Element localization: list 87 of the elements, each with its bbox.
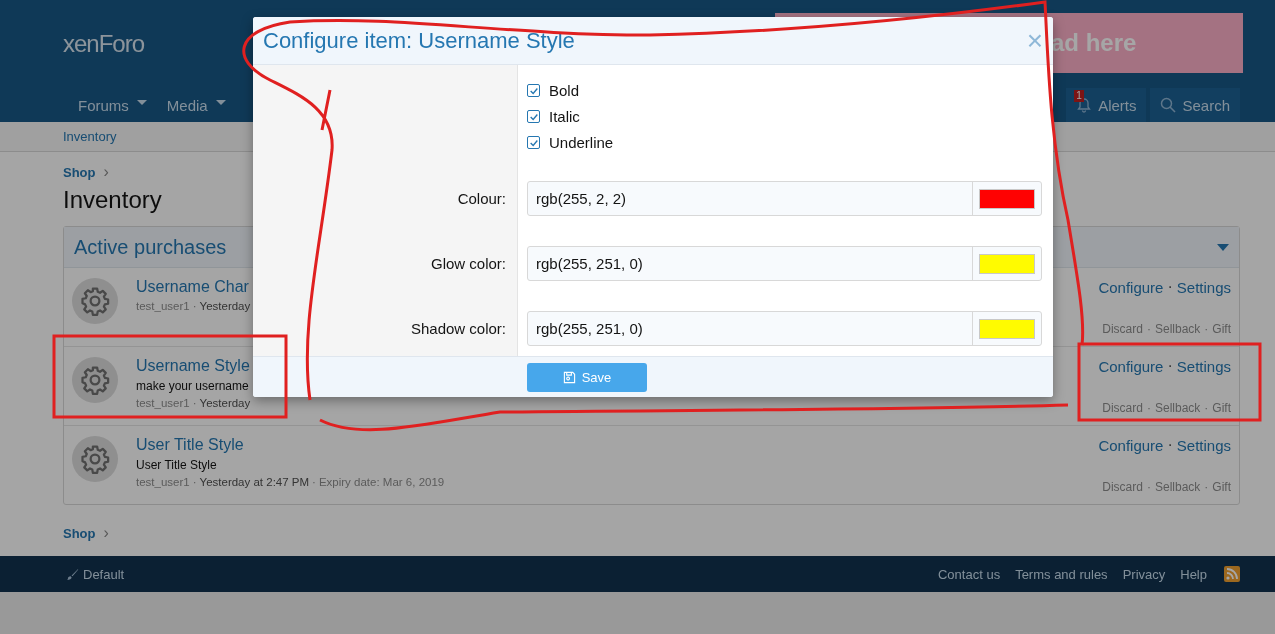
caret-icon[interactable] — [215, 99, 226, 105]
action-link[interactable]: Discard — [1102, 322, 1143, 336]
color-swatch[interactable] — [979, 188, 1035, 209]
checkbox-option[interactable]: Bold — [527, 82, 1042, 99]
chevron-icon: › — [103, 524, 109, 542]
breadcrumb-link[interactable]: Shop — [63, 164, 96, 180]
breadcrumb-link[interactable]: Shop — [63, 525, 96, 541]
color-input[interactable]: rgb(255, 2, 2) — [527, 181, 1042, 216]
action-link[interactable]: Settings — [1176, 436, 1231, 454]
action-link[interactable]: Sellback — [1154, 480, 1201, 494]
gear-icon — [72, 357, 118, 403]
separator-dot: · — [1204, 480, 1209, 494]
separator-dot: · — [312, 476, 316, 488]
color-input[interactable]: rgb(255, 251, 0) — [527, 311, 1042, 346]
panel-title: Active purchases — [74, 235, 227, 259]
rss-icon[interactable] — [1224, 566, 1240, 582]
action-link[interactable]: Gift — [1212, 401, 1231, 415]
bell-icon — [1076, 97, 1093, 113]
nav-tab[interactable]: Media — [156, 96, 236, 114]
action-link[interactable]: Discard — [1102, 480, 1143, 494]
chevron-icon: › — [103, 163, 109, 181]
action-link[interactable]: Sellback — [1154, 401, 1201, 415]
site-logo[interactable]: xenForo — [63, 30, 145, 58]
separator-dot: · — [192, 300, 197, 312]
save-icon — [562, 370, 576, 384]
action-link[interactable]: Discard — [1102, 401, 1143, 415]
alerts-button[interactable]: 1 Alerts — [1066, 88, 1147, 122]
item-meta: test_user1 — [136, 476, 190, 488]
alert-count-badge: 1 — [1074, 90, 1084, 102]
gear-icon — [72, 278, 118, 324]
separator-dot: · — [1146, 322, 1151, 336]
item-title-link[interactable]: Username Style — [136, 357, 250, 375]
style-chooser-link[interactable]: Default — [66, 566, 125, 582]
separator-dot: · — [1167, 278, 1173, 296]
nav-tab[interactable]: Forums — [68, 96, 157, 114]
item-title-link[interactable]: User Title Style — [136, 436, 244, 454]
item-title-link[interactable]: Username Char — [136, 278, 249, 296]
dialog-title: Configure item: Username Style — [263, 27, 575, 54]
footer-link[interactable]: Contact us — [938, 566, 1001, 582]
item-description: make your username — [136, 379, 249, 393]
separator-dot: · — [1146, 480, 1151, 494]
item-meta: test_user1 — [136, 300, 190, 312]
item-meta: Yesterday — [199, 397, 251, 409]
breadcrumb-link[interactable]: Inventory — [63, 129, 117, 144]
color-swatch[interactable] — [979, 318, 1035, 339]
page-title: Inventory — [63, 186, 162, 214]
field-label: Colour: — [457, 190, 506, 207]
color-input[interactable]: rgb(255, 251, 0) — [527, 246, 1042, 281]
gear-icon — [72, 436, 118, 482]
close-button[interactable]: × — [1026, 26, 1043, 55]
separator-dot: · — [1146, 401, 1151, 415]
footer-link[interactable]: Privacy — [1122, 566, 1166, 582]
search-button[interactable]: Search — [1150, 88, 1240, 122]
separator-dot: · — [1167, 436, 1173, 454]
item-meta: Yesterday at 2:47 PM — [199, 476, 310, 488]
field-label: Glow color: — [430, 255, 506, 272]
item-meta: Expiry date: Mar 6, 2019 — [318, 476, 445, 488]
action-link[interactable]: Settings — [1176, 278, 1231, 296]
item-meta: test_user1 — [136, 397, 190, 409]
action-link[interactable]: Sellback — [1154, 322, 1201, 336]
caret-icon[interactable] — [136, 99, 147, 105]
footer-link[interactable]: Terms and rules — [1015, 566, 1108, 582]
action-link[interactable]: Gift — [1212, 322, 1231, 336]
action-link[interactable]: Configure — [1098, 436, 1164, 454]
item-description: User Title Style — [136, 458, 217, 472]
separator-dot: · — [1204, 322, 1209, 336]
action-link[interactable]: Gift — [1212, 480, 1231, 494]
separator-dot: · — [192, 397, 197, 409]
checkbox[interactable] — [527, 110, 540, 123]
brush-icon — [66, 567, 79, 581]
color-swatch[interactable] — [979, 253, 1035, 274]
search-icon — [1160, 97, 1177, 113]
item-meta: Yesterday — [199, 300, 251, 312]
action-link[interactable]: Configure — [1098, 357, 1164, 375]
separator-dot: · — [192, 476, 197, 488]
action-link[interactable]: Settings — [1176, 357, 1231, 375]
separator-dot: · — [1167, 357, 1173, 375]
field-label: Shadow color: — [410, 320, 506, 337]
footer-link[interactable]: Help — [1180, 566, 1207, 582]
collapse-icon[interactable] — [1217, 243, 1229, 251]
checkbox[interactable] — [527, 136, 540, 149]
separator-dot: · — [1204, 401, 1209, 415]
save-button[interactable]: Save — [527, 362, 647, 392]
action-link[interactable]: Configure — [1098, 278, 1164, 296]
checkbox[interactable] — [527, 84, 540, 97]
checkbox-option[interactable]: Underline — [527, 134, 1042, 151]
checkbox-option[interactable]: Italic — [527, 108, 1042, 125]
